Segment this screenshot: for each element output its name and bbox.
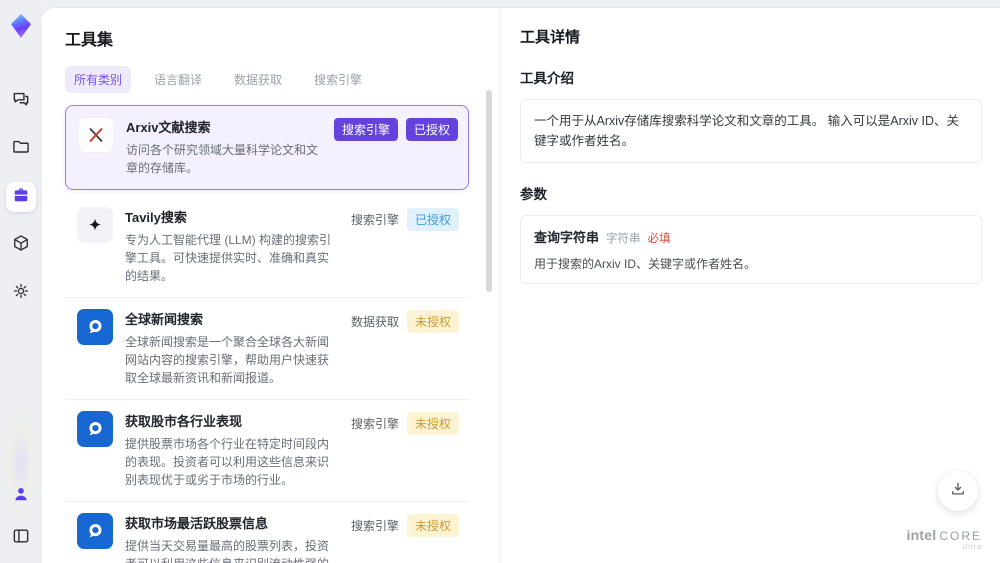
tool-description: 全球新闻搜索是一个聚合全球各大新闻网站内容的搜索引擎，帮助用户快速获取全球最新资… [125, 335, 330, 385]
sidebar-item-models[interactable] [6, 230, 36, 260]
tool-item-arxiv[interactable]: Arxiv文献搜索 访问各个研究领域大量科学论文和文章的存储库。 搜索引擎 已授… [65, 105, 469, 190]
page-title: 工具集 [65, 32, 114, 49]
status-badge: 已授权 [406, 208, 459, 231]
chat-icon [11, 89, 31, 114]
news-blue-icon [77, 513, 113, 549]
status-badge: 未授权 [406, 412, 459, 435]
briefcase-icon [11, 185, 31, 210]
category-label: 搜索引擎 [350, 417, 399, 431]
category-label: 搜索引擎 [350, 519, 399, 533]
app-window: 工具集 所有类别 语言翻译 数据获取 搜索引擎 Arxiv文献搜索 访问各个研究… [0, 0, 1000, 563]
tool-description: 访问各个研究领域大量科学论文和文章的存储库。 [126, 143, 319, 175]
tool-item-sector-performance[interactable]: 获取股市各行业表现 提供股票市场各个行业在特定时间段内的表现。投资者可以利用这些… [65, 400, 469, 502]
intel-core-logo: intel CORE Ultra [907, 528, 982, 551]
intro-heading: 工具介绍 [520, 71, 574, 86]
list-scrollbar-thumb[interactable] [486, 90, 492, 292]
intro-card: 一个用于从Arxiv存储库搜索科学论文和文章的工具。 输入可以是Arxiv ID… [520, 99, 982, 163]
status-badge: 已授权 [405, 118, 458, 141]
tool-details-panel: 工具详情 工具介绍 一个用于从Arxiv存储库搜索科学论文和文章的工具。 输入可… [500, 8, 1000, 563]
params-heading: 参数 [520, 187, 547, 202]
ultra-sub-label: Ultra [962, 544, 982, 551]
category-label: 搜索引擎 [350, 213, 399, 227]
details-title: 工具详情 [520, 29, 581, 46]
param-card: 查询字符串 字符串 必填 用于搜索的Arxiv ID、关键字或作者姓名。 [520, 215, 982, 284]
tool-name: 获取股市各行业表现 [125, 414, 243, 429]
content-sheet: 工具集 所有类别 语言翻译 数据获取 搜索引擎 Arxiv文献搜索 访问各个研究… [42, 8, 1000, 563]
tab-all-categories[interactable]: 所有类别 [65, 66, 132, 93]
tools-list-panel: 工具集 所有类别 语言翻译 数据获取 搜索引擎 Arxiv文献搜索 访问各个研究… [42, 8, 500, 563]
param-required-flag: 必填 [647, 233, 671, 245]
tab-data-acquisition[interactable]: 数据获取 [225, 66, 291, 93]
sidebar-item-settings[interactable] [6, 278, 36, 308]
sidebar-item-account[interactable] [6, 481, 36, 511]
sidebar-item-files[interactable] [6, 134, 36, 164]
tool-name: Tavily搜索 [125, 210, 187, 225]
tool-item-tavily[interactable]: Tavily搜索 专为人工智能代理 (LLM) 构建的搜索引擎工具。可快速提供实… [65, 196, 469, 298]
gear-icon [11, 281, 31, 306]
sidebar-item-chat[interactable] [6, 86, 36, 116]
user-icon [11, 484, 31, 509]
param-type: 字符串 [606, 233, 641, 245]
status-badge: 未授权 [406, 310, 459, 333]
tool-item-global-news[interactable]: 全球新闻搜索 全球新闻搜索是一个聚合全球各大新闻网站内容的搜索引擎，帮助用户快速… [65, 298, 469, 400]
core-wordmark: CORE [939, 529, 982, 543]
tool-item-active-stocks[interactable]: 获取市场最活跃股票信息 提供当天交易量最高的股票列表，投资者可以利用这些信息来识… [65, 502, 469, 563]
tool-description: 专为人工智能代理 (LLM) 构建的搜索引擎工具。可快速提供实时、准确和真实的结… [125, 233, 332, 283]
download-button[interactable] [938, 471, 978, 511]
intel-wordmark: intel [906, 527, 937, 543]
cube-icon [11, 233, 31, 258]
category-tabs: 所有类别 语言翻译 数据获取 搜索引擎 [65, 66, 483, 93]
tab-language-translation[interactable]: 语言翻译 [145, 66, 211, 93]
news-blue-icon [77, 309, 113, 345]
app-logo [7, 12, 35, 40]
param-name: 查询字符串 [534, 230, 600, 245]
panel-toggle-icon [11, 526, 31, 551]
sidebar-item-tools[interactable] [6, 182, 36, 212]
tool-name: 全球新闻搜索 [125, 312, 204, 327]
news-blue-icon [77, 411, 113, 447]
status-badge: 未授权 [406, 514, 459, 537]
tab-search-engine[interactable]: 搜索引擎 [305, 66, 371, 93]
category-badge: 搜索引擎 [333, 118, 398, 141]
tool-description: 提供当天交易量最高的股票列表，投资者可以利用这些信息来识别流动性强的股票和潜在的… [125, 539, 330, 563]
sidebar-item-collapse[interactable] [6, 523, 36, 553]
category-label: 数据获取 [350, 315, 399, 329]
tool-name: 获取市场最活跃股票信息 [125, 516, 269, 531]
tool-description: 提供股票市场各个行业在特定时间段内的表现。投资者可以利用这些信息来识别表现优于或… [125, 437, 330, 487]
param-description: 用于搜索的Arxiv ID、关键字或作者姓名。 [534, 257, 757, 271]
tavily-star-icon [77, 207, 113, 243]
arxiv-icon [78, 117, 114, 153]
sidebar-rail [0, 0, 42, 563]
intro-text: 一个用于从Arxiv存储库搜索科学论文和文章的工具。 输入可以是Arxiv ID… [534, 114, 960, 148]
tool-name: Arxiv文献搜索 [126, 120, 211, 135]
download-icon [949, 480, 967, 503]
folder-icon [11, 137, 31, 162]
tool-list: Arxiv文献搜索 访问各个研究领域大量科学论文和文章的存储库。 搜索引擎 已授… [65, 105, 483, 563]
